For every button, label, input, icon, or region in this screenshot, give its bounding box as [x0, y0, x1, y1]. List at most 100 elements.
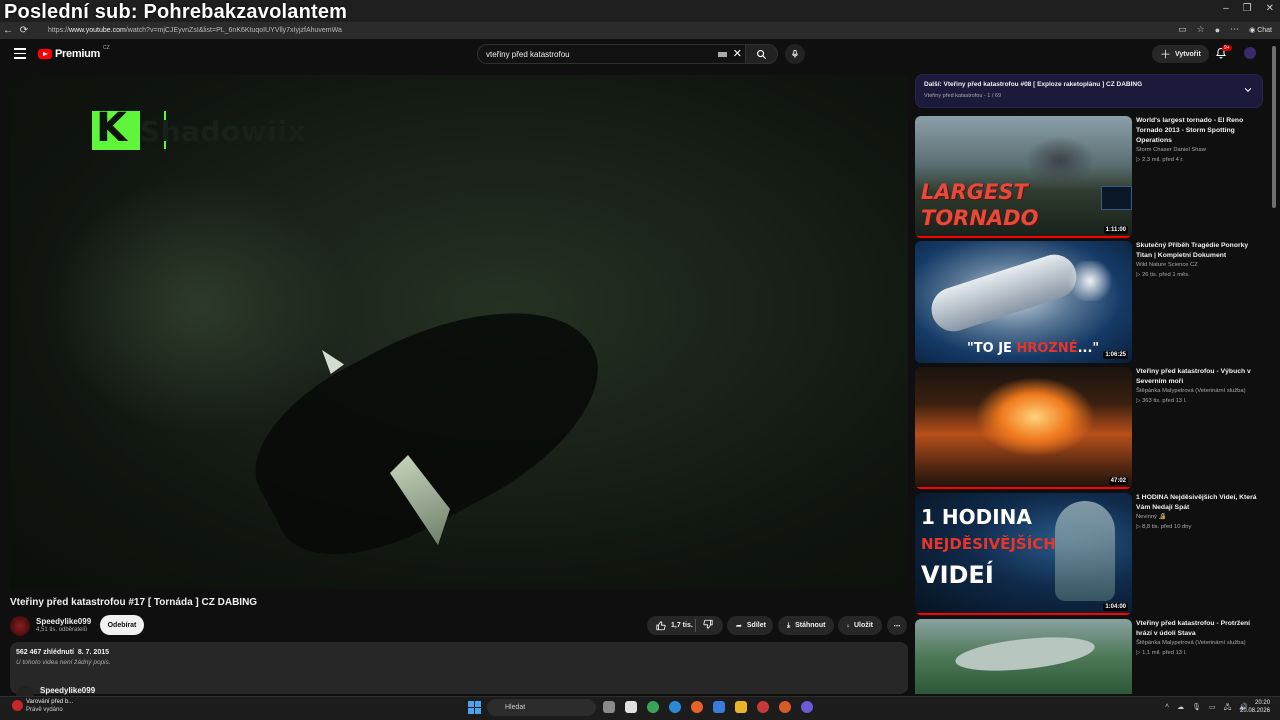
restore-icon[interactable]: ❐ [1243, 3, 1252, 14]
duration-badge: 47:02 [1108, 477, 1128, 485]
system-tray: ˄ ☁ 🎙 ▭ 🖧 🔊 [1165, 703, 1248, 714]
firefox-alt-icon[interactable] [779, 701, 791, 713]
bookmark-icon[interactable]: ☆ [1197, 24, 1205, 35]
back-icon[interactable]: ← [0, 25, 16, 36]
file-explorer-icon[interactable] [735, 701, 747, 713]
voice-search-button[interactable] [785, 44, 805, 64]
window-controls: – ❐ ✕ [1223, 3, 1274, 14]
notification-app-icon[interactable] [12, 700, 23, 711]
logo-text: Premium [55, 48, 100, 60]
recommendation-title[interactable]: Skutečný Příběh Tragédie Ponorky Titan |… [1136, 241, 1264, 261]
hamburger-menu-icon[interactable] [14, 48, 26, 59]
recommendation-item[interactable]: LARGEST TORNADO 1:11:00 World's largest … [915, 116, 1265, 238]
search-button[interactable] [745, 44, 778, 64]
taskbar-clock[interactable]: 20:20 20.08.2026 [1240, 699, 1270, 716]
recommendation-item[interactable]: "TO JE HROZNÉ..." 1:06:25 Skutečný Příbě… [915, 241, 1265, 363]
recommendation-channel[interactable]: Štěpánka Malypetrová (Veterinární služba… [1136, 388, 1246, 394]
recommendation-channel[interactable]: Wild Nature Science CZ [1136, 262, 1198, 268]
app-icon-red[interactable] [757, 701, 769, 713]
close-window-icon[interactable]: ✕ [1266, 3, 1274, 14]
chrome-icon[interactable] [647, 701, 659, 713]
recommendation-meta: ▷ 26 tis. před 1 měs. [1136, 272, 1190, 278]
mail-icon[interactable] [713, 701, 725, 713]
firefox-icon[interactable] [691, 701, 703, 713]
thumbs-down-icon[interactable] [703, 619, 713, 629]
recommendation-thumbnail[interactable]: 47:02 [915, 367, 1132, 489]
reload-icon[interactable]: ⟳ [16, 25, 32, 36]
chat-button[interactable]: ◉ Chat [1249, 26, 1272, 34]
recommendation-thumbnail[interactable]: LARGEST TORNADO 1:11:00 [915, 116, 1132, 238]
microphone-icon [792, 49, 798, 58]
windows-taskbar [0, 696, 1280, 720]
download-button[interactable]: ⤓ Stáhnout [778, 616, 834, 635]
profile-icon[interactable]: ● [1215, 25, 1220, 35]
logo-country: CZ [102, 45, 110, 51]
recommendation-channel[interactable]: Storm Chaser Daniel Shaw [1136, 147, 1206, 153]
youtube-logo[interactable]: Premium CZ [38, 45, 110, 60]
playlist-next-title: Vteřiny před katastrofou #08 [ Exploze r… [943, 81, 1143, 88]
recommendation-meta: ▷ 2,3 mil. před 4 r. [1136, 157, 1184, 163]
plus-icon: ＋ [1160, 49, 1171, 61]
search-input[interactable]: vteřiny před katastrofou [486, 50, 718, 59]
url-field[interactable]: https://www.youtube.com/watch?v=mjCJEyvn… [38, 24, 988, 37]
description-box[interactable] [10, 642, 908, 694]
channel-name[interactable]: Speedylike099 [36, 617, 91, 626]
notification-badge: 9+ [1222, 45, 1232, 51]
recommendation-title[interactable]: 1 HODINA Nejděsivějších Videí, Která Vám… [1136, 493, 1264, 513]
alien-figure [1055, 501, 1115, 601]
recommendation-thumbnail[interactable]: 1 HODINA NEJDĚSIVĚJŠÍCH VIDEÍ 1:04:00 [915, 493, 1132, 615]
thumb-text-line1: LARGEST [921, 180, 1028, 204]
task-view-icon[interactable] [603, 701, 615, 713]
recommendation-thumbnail[interactable] [915, 619, 1132, 694]
notification-title[interactable]: Varování před b... [26, 699, 73, 705]
account-avatar[interactable] [1244, 47, 1256, 59]
share-label: Sdílet [746, 622, 766, 629]
clear-search-icon[interactable]: ✕ [733, 48, 742, 60]
subscribe-button[interactable]: Odebírat [100, 615, 144, 635]
url-prefix: https:// [48, 27, 70, 34]
channel-subscribers: 4,51 tis. odběratelů [36, 627, 88, 633]
recommendation-item[interactable]: 1 HODINA NEJDĚSIVĚJŠÍCH VIDEÍ 1:04:00 1 … [915, 493, 1265, 615]
recommendation-channel[interactable]: Štěpánka Malypetrová (Veterinární služba… [1136, 640, 1246, 646]
cast-icon[interactable]: ▭ [1178, 24, 1187, 35]
cloud-icon[interactable]: ☁ [1177, 703, 1184, 714]
recommendation-item[interactable]: 47:02 Vteřiny před katastrofou - Výbuch … [915, 367, 1265, 489]
scrollbar-thumb[interactable] [1272, 46, 1276, 208]
taskbar-search-box[interactable]: Hledat [487, 699, 596, 716]
comment-author[interactable]: Speedylike099 [40, 686, 95, 695]
youtube-header: Premium CZ vteřiny před katastrofou ✕ ＋ … [0, 39, 1280, 73]
recommendation-thumbnail[interactable]: "TO JE HROZNÉ..." 1:06:25 [915, 241, 1132, 363]
windows-start-icon[interactable] [468, 701, 481, 714]
clock-time: 20:20 [1255, 700, 1271, 706]
recommendation-item[interactable]: Vteřiny před katastrofou - Protržení hrá… [915, 619, 1265, 694]
keyboard-icon[interactable] [717, 51, 727, 57]
chevron-down-icon[interactable] [1243, 85, 1253, 95]
recommendation-title[interactable]: World's largest tornado - El Reno Tornad… [1136, 116, 1264, 147]
view-count-date: 562 467 zhlédnutí 8. 7. 2015 [16, 649, 109, 656]
watermark-text: Shadowiix [140, 115, 306, 148]
search-icon [757, 49, 767, 59]
discord-icon[interactable] [801, 701, 813, 713]
widgets-icon[interactable] [625, 701, 637, 713]
share-button[interactable]: ➦ Sdílet [727, 616, 773, 635]
mic-tray-icon[interactable]: 🎙 [1192, 703, 1201, 714]
search-box[interactable]: vteřiny před katastrofou ✕ [477, 44, 749, 64]
watermark-letter: K [96, 105, 127, 151]
recommendation-title[interactable]: Vteřiny před katastrofou - Výbuch v Seve… [1136, 367, 1264, 387]
video-player[interactable]: K Shadowiix [10, 75, 908, 589]
playlist-next-line: Další: Vteřiny před katastrofou #08 [ Ex… [924, 81, 1234, 88]
minimize-icon[interactable]: – [1223, 3, 1229, 14]
chevron-up-icon[interactable]: ˄ [1165, 703, 1169, 714]
more-actions-button[interactable]: ⋯ [887, 616, 907, 635]
network-icon[interactable]: 🖧 [1224, 703, 1232, 714]
display-icon[interactable]: ▭ [1209, 703, 1216, 714]
save-button[interactable]: Uložit [838, 616, 882, 635]
channel-avatar[interactable] [10, 616, 30, 636]
recommendation-channel[interactable]: Nevinný 🔏 [1136, 514, 1166, 520]
thumb-text-line3: VIDEÍ [921, 561, 994, 589]
recommendation-title[interactable]: Vteřiny před katastrofou - Protržení hrá… [1136, 619, 1264, 639]
edge-icon[interactable] [669, 701, 681, 713]
create-button[interactable]: ＋ Vytvořit [1152, 45, 1209, 63]
playlist-panel[interactable] [915, 74, 1263, 108]
menu-dots-icon[interactable]: ⋯ [1230, 24, 1239, 35]
